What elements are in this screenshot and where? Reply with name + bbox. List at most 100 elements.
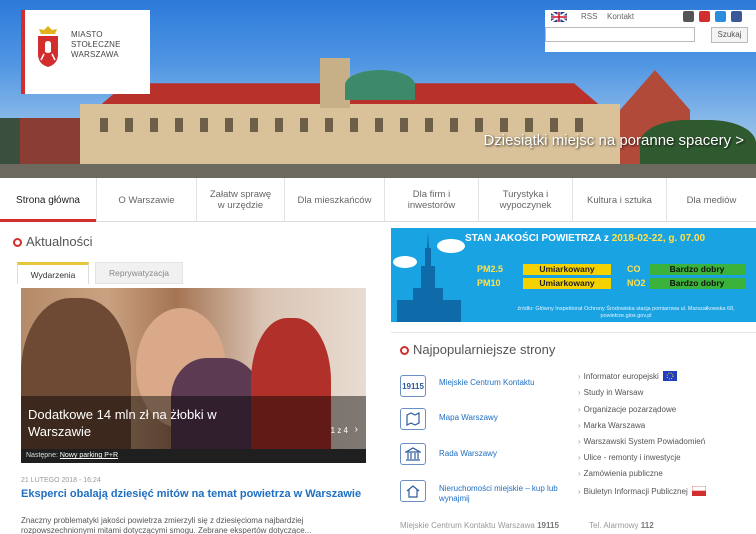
chevron-right-icon: › xyxy=(578,405,581,414)
chevron-right-icon: › xyxy=(578,453,581,462)
emergency-number[interactable]: 112 xyxy=(641,521,654,530)
popular-link-property[interactable]: Nieruchomości miejskie – kup lub wynajmi… xyxy=(439,484,564,504)
chevron-right-icon: › xyxy=(578,487,581,496)
air-quality-heading: STAN JAKOŚCI POWIETRZA z 2018-02-22, g. … xyxy=(465,233,705,244)
popular-link-council[interactable]: Rada Warszawy xyxy=(439,449,564,459)
youtube-icon[interactable] xyxy=(699,11,710,22)
search-input[interactable] xyxy=(545,27,695,42)
map-shape-icon xyxy=(406,412,420,426)
air-value-co: Bardzo dobry xyxy=(649,264,745,275)
map-icon[interactable] xyxy=(400,408,426,430)
air-quality-title: STAN JAKOŚCI POWIETRZA z xyxy=(465,233,609,244)
air-label-co: CO xyxy=(627,264,641,274)
facebook-icon[interactable] xyxy=(731,11,742,22)
chevron-right-icon: › xyxy=(578,388,581,397)
twitter-icon[interactable] xyxy=(715,11,726,22)
next-slide-bar: Następne: Nowy parking P+R xyxy=(21,449,366,463)
bip-logo-icon xyxy=(691,486,706,496)
nav-item-tourism-label: Turystyka i wypoczynek xyxy=(499,189,552,211)
nav-item-business[interactable]: Dla firm i inwestorów xyxy=(385,178,479,222)
popular-link-bip[interactable]: › Biuletyn Informacji Publicznej xyxy=(578,486,706,496)
chevron-right-icon: › xyxy=(578,469,581,478)
logo-text: MIASTO STOŁECZNE WARSZAWA xyxy=(71,30,121,60)
air-label-no2: NO2 xyxy=(627,278,646,288)
site-logo[interactable]: MIASTO STOŁECZNE WARSZAWA xyxy=(21,10,150,94)
popular-link-study-label: Study in Warsaw xyxy=(583,388,644,397)
palace-of-culture-icon xyxy=(393,232,465,322)
news-heading-text: Aktualności xyxy=(26,234,93,249)
news-slider[interactable]: Dodatkowe 14 mln zł na żłobki w Warszawi… xyxy=(21,288,366,463)
hero-banner[interactable]: MIASTO STOŁECZNE WARSZAWA RSS Kontakt Sz… xyxy=(0,0,756,178)
popular-link-brand-label: Marka Warszawa xyxy=(583,421,646,430)
nav-item-about-warsaw[interactable]: O Warszawie xyxy=(97,178,197,222)
nav-item-city-hall[interactable]: Załatw sprawę w urzędzie xyxy=(197,178,285,222)
hero-dome xyxy=(345,70,415,100)
article-title-link[interactable]: Eksperci obalają dziesięć mitów na temat… xyxy=(21,487,366,501)
popular-link-bip-label: Biuletyn Informacji Publicznej xyxy=(583,487,688,496)
nav-item-city-hall-label: Załatw sprawę w urzędzie xyxy=(209,189,272,211)
main-navigation: Strona główna O Warszawie Załatw sprawę … xyxy=(0,178,756,222)
popular-link-map[interactable]: Mapa Warszawy xyxy=(439,413,564,423)
council-building-icon xyxy=(405,447,421,461)
slide-pager: 1 z 4 xyxy=(330,426,348,435)
hero-ground xyxy=(0,164,756,178)
popular-link-brand[interactable]: › Marka Warszawa xyxy=(578,421,645,430)
popular-link-notifications[interactable]: › Warszawski System Powiadomień xyxy=(578,437,705,446)
contact-strip: Miejskie Centrum Kontaktu Warszawa 19115… xyxy=(400,521,654,530)
article-date: 21 LUTEGO 2018 - 16:24 xyxy=(21,477,101,484)
contact-center-19115-icon[interactable]: 19115 xyxy=(400,375,426,397)
contact-center-number[interactable]: 19115 xyxy=(537,521,559,530)
popular-link-eu-info[interactable]: › Informator europejski xyxy=(578,371,677,381)
chevron-right-icon: › xyxy=(578,421,581,430)
next-slide-link[interactable]: Nowy parking P+R xyxy=(60,452,118,459)
popular-link-ngo-label: Organizacje pozarządowe xyxy=(583,405,677,414)
tab-events[interactable]: Wydarzenia xyxy=(17,262,89,284)
property-icon[interactable] xyxy=(400,480,426,502)
gallery-icon[interactable] xyxy=(683,11,694,22)
section-bullet-icon xyxy=(13,238,22,247)
article-snippet: Znaczny problematyki jakości powietrza z… xyxy=(21,516,312,534)
air-value-pm10: Umiarkowany xyxy=(523,278,611,289)
nav-item-tourism[interactable]: Turystyka i wypoczynek xyxy=(479,178,573,222)
air-quality-banner[interactable]: STAN JAKOŚCI POWIETRZA z 2018-02-22, g. … xyxy=(391,228,756,322)
air-label-pm25: PM2.5 xyxy=(477,264,504,274)
chevron-right-icon: › xyxy=(578,372,581,381)
property-house-icon xyxy=(406,485,420,498)
search-button[interactable]: Szukaj xyxy=(711,27,748,43)
air-label-pm10: PM10 xyxy=(477,278,501,288)
logo-line-2: STOŁECZNE xyxy=(71,40,121,49)
utility-bar: RSS Kontakt Szukaj xyxy=(545,10,756,52)
hero-caption-link[interactable]: Dziesiątki miejsc na poranne spacery > xyxy=(483,132,744,149)
popular-link-roadworks[interactable]: › Ulice - remonty i inwestycje xyxy=(578,453,681,462)
uk-flag-icon[interactable] xyxy=(551,12,567,22)
rss-link[interactable]: RSS xyxy=(581,12,597,21)
chevron-right-icon: › xyxy=(578,437,581,446)
contact-link[interactable]: Kontakt xyxy=(607,12,634,21)
popular-link-procurement-label: Zamówienia publiczne xyxy=(583,469,663,478)
next-slide-arrow-icon[interactable]: › xyxy=(355,424,358,435)
popular-link-study[interactable]: › Study in Warsaw xyxy=(578,388,643,397)
news-section-heading: Aktualności xyxy=(13,234,92,249)
popular-link-roadworks-label: Ulice - remonty i inwestycje xyxy=(583,453,681,462)
air-quality-date: 2018-02-22, g. 07.00 xyxy=(611,233,706,244)
popular-link-contact-center[interactable]: Miejskie Centrum Kontaktu xyxy=(439,378,564,388)
popular-pages-heading: Najpopularniejsze strony xyxy=(400,342,555,357)
nav-item-residents[interactable]: Dla mieszkańców xyxy=(285,178,385,222)
emergency-label: Tel. Alarmowy xyxy=(589,521,639,530)
nav-item-culture[interactable]: Kultura i sztuka xyxy=(573,178,667,222)
popular-link-procurement[interactable]: › Zamówienia publiczne xyxy=(578,469,663,478)
next-slide-label: Następne: xyxy=(26,452,58,459)
popular-link-eu-info-label: Informator europejski xyxy=(583,372,659,381)
section-bullet-icon xyxy=(400,346,409,355)
air-value-no2: Bardzo dobry xyxy=(649,278,745,289)
air-value-pm25: Umiarkowany xyxy=(523,264,611,275)
tab-reprivatization[interactable]: Reprywatyzacja xyxy=(95,262,183,284)
city-council-icon[interactable] xyxy=(400,443,426,465)
popular-link-notifications-label: Warszawski System Powiadomień xyxy=(583,437,706,446)
nav-item-business-label: Dla firm i inwestorów xyxy=(407,189,456,211)
air-quality-source: źródło: Główny Inspektorat Ochrony Środo… xyxy=(517,306,735,319)
nav-item-home[interactable]: Strona główna xyxy=(0,178,97,222)
slide-title[interactable]: Dodatkowe 14 mln zł na żłobki w Warszawi… xyxy=(28,406,268,440)
popular-link-ngo[interactable]: › Organizacje pozarządowe xyxy=(578,405,676,414)
nav-item-media[interactable]: Dla mediów xyxy=(667,178,756,222)
